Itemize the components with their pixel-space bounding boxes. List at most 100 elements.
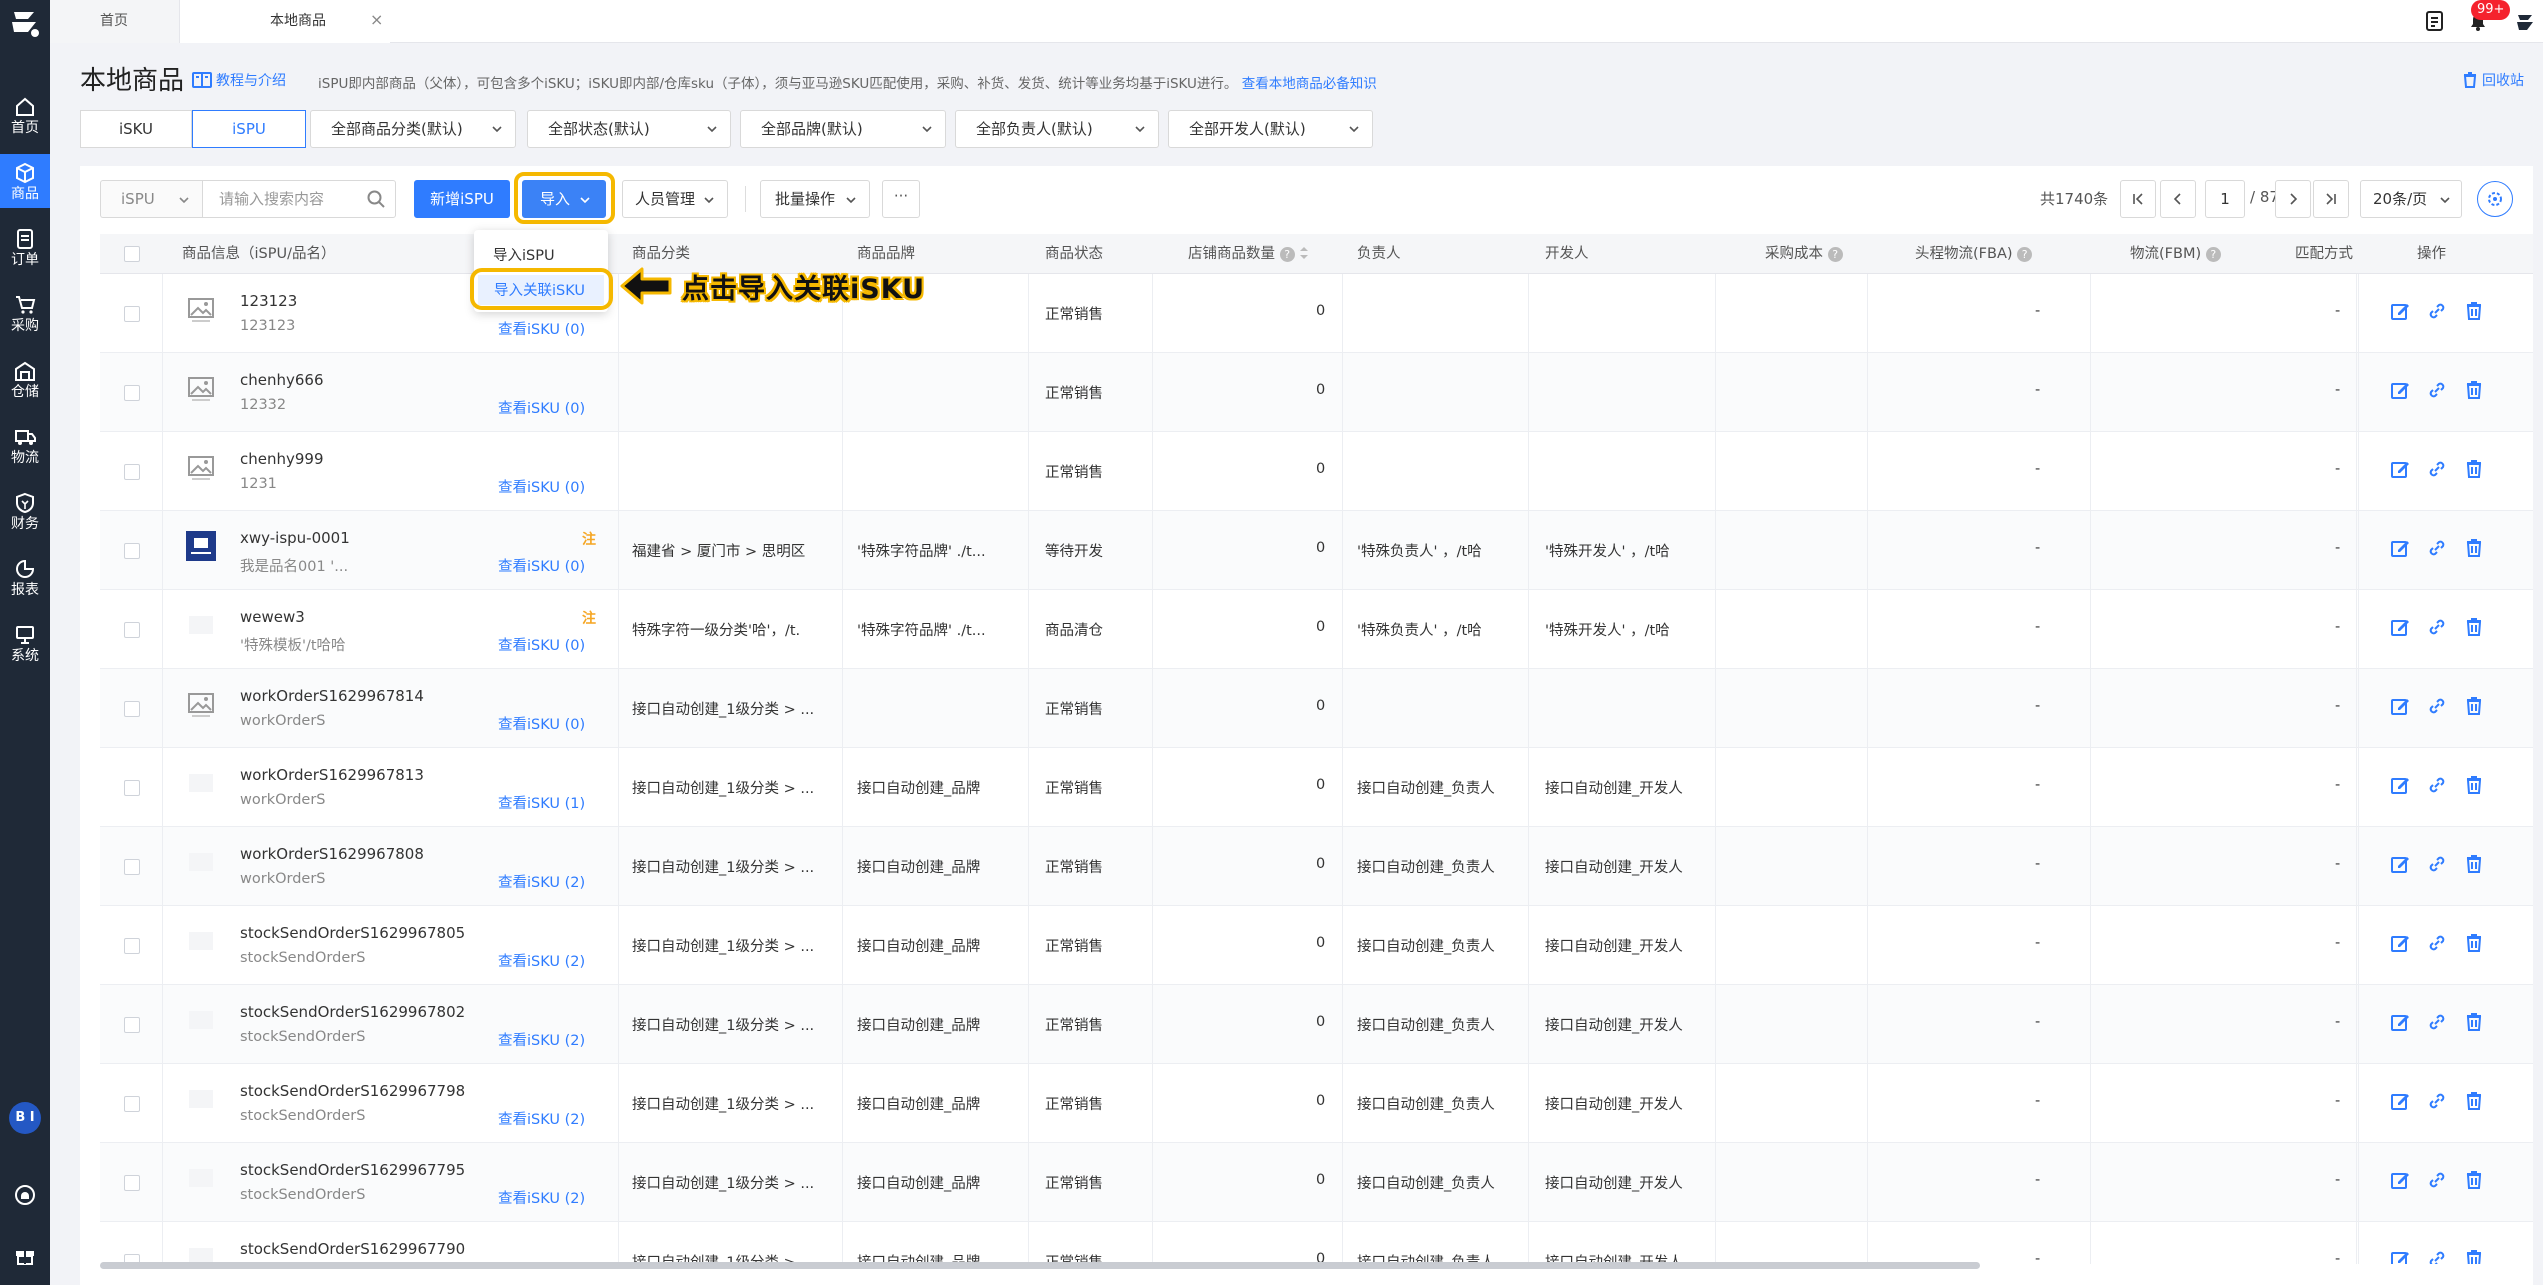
link-icon[interactable] — [2427, 1091, 2447, 1111]
edit-icon[interactable] — [2390, 775, 2410, 795]
filter-select-3[interactable]: 全部负责人(默认) — [955, 110, 1159, 148]
sort-icon[interactable] — [1299, 246, 1309, 260]
edit-icon[interactable] — [2390, 854, 2410, 874]
page-size-select[interactable]: 20条/页 — [2360, 180, 2462, 218]
link-icon[interactable] — [2427, 1249, 2447, 1264]
edit-icon[interactable] — [2390, 1170, 2410, 1190]
row-checkbox[interactable] — [124, 622, 140, 638]
help-icon[interactable]: ? — [2017, 246, 2033, 262]
product-name[interactable]: chenhy666 — [240, 371, 324, 389]
link-icon[interactable] — [2427, 301, 2447, 321]
product-name[interactable]: xwy-ispu-0001 — [240, 529, 350, 547]
row-checkbox[interactable] — [124, 780, 140, 796]
row-checkbox[interactable] — [124, 859, 140, 875]
edit-icon[interactable] — [2390, 933, 2410, 953]
bi-avatar[interactable]: B I — [9, 1102, 41, 1134]
staff-management-button[interactable]: 人员管理 — [622, 180, 728, 218]
delete-icon[interactable] — [2464, 380, 2484, 400]
delete-icon[interactable] — [2464, 1012, 2484, 1032]
table-row[interactable]: workOrderS1629967808 workOrderS 查看iSKU (2)… — [100, 827, 2533, 906]
table-row[interactable]: chenhy999 1231 查看iSKU (0) 正常销售 0 - - — [100, 432, 2533, 511]
table-row[interactable]: workOrderS1629967814 workOrderS 查看iSKU (0)… — [100, 669, 2533, 748]
link-icon[interactable] — [2427, 933, 2447, 953]
sidebar-item-5[interactable]: 物流 — [0, 418, 50, 472]
note-badge[interactable]: 注 — [582, 608, 596, 628]
sidebar-item-3[interactable]: 采购 — [0, 286, 50, 340]
help-icon[interactable]: ? — [1827, 246, 1843, 262]
view-isku-link[interactable]: 查看iSKU (0) — [498, 476, 585, 497]
table-row[interactable]: stockSendOrderS1629967798 stockSendOrderS… — [100, 1064, 2533, 1143]
more-button[interactable]: ··· — [882, 180, 920, 218]
recycle-bin-link[interactable]: 回收站 — [2462, 70, 2524, 90]
tab-ispu[interactable]: iSPU — [192, 110, 306, 148]
delete-icon[interactable] — [2464, 933, 2484, 953]
help-icon[interactable]: ? — [2205, 246, 2221, 262]
tab-local-products[interactable]: 本地商品 — [180, 0, 390, 43]
product-name[interactable]: stockSendOrderS1629967805 — [240, 924, 465, 942]
batch-operation-button[interactable]: 批量操作 — [760, 180, 870, 218]
edit-icon[interactable] — [2390, 538, 2410, 558]
tab-home[interactable]: 首页 — [50, 0, 180, 43]
link-icon[interactable] — [2427, 1012, 2447, 1032]
view-isku-link[interactable]: 查看iSKU (2) — [498, 1108, 585, 1129]
delete-icon[interactable] — [2464, 538, 2484, 558]
filter-select-0[interactable]: 全部商品分类(默认) — [310, 110, 516, 148]
link-icon[interactable] — [2427, 380, 2447, 400]
edit-icon[interactable] — [2390, 1012, 2410, 1032]
prev-page-button[interactable] — [2160, 180, 2196, 218]
row-checkbox[interactable] — [124, 938, 140, 954]
gift-icon[interactable] — [14, 1244, 36, 1266]
table-row[interactable]: stockSendOrderS1629967790 接口自动创建_1级分类 > .… — [100, 1222, 2533, 1264]
sidebar-item-6[interactable]: 财务 — [0, 484, 50, 538]
select-all-checkbox[interactable] — [124, 246, 140, 262]
page-number-input[interactable]: 1 — [2205, 180, 2245, 218]
edit-icon[interactable] — [2390, 617, 2410, 637]
row-checkbox[interactable] — [124, 701, 140, 717]
row-checkbox[interactable] — [124, 464, 140, 480]
last-page-button[interactable] — [2313, 180, 2349, 218]
edit-icon[interactable] — [2390, 301, 2410, 321]
sidebar-item-0[interactable]: 首页 — [0, 88, 50, 142]
search-icon[interactable] — [366, 189, 386, 209]
view-isku-link[interactable]: 查看iSKU (2) — [498, 871, 585, 892]
view-isku-link[interactable]: 查看iSKU (2) — [498, 1187, 585, 1208]
link-icon[interactable] — [2427, 459, 2447, 479]
product-name[interactable]: chenhy999 — [240, 450, 324, 468]
first-page-button[interactable] — [2120, 180, 2156, 218]
sidebar-item-4[interactable]: 仓储 — [0, 352, 50, 406]
product-name[interactable]: workOrderS1629967814 — [240, 687, 424, 705]
next-page-button[interactable] — [2275, 180, 2311, 218]
filter-select-2[interactable]: 全部品牌(默认) — [740, 110, 946, 148]
table-row[interactable]: xwy-ispu-0001 我是品名001 '... 查看iSKU (0) 注福建省 … — [100, 511, 2533, 590]
view-isku-link[interactable]: 查看iSKU (0) — [498, 555, 585, 576]
row-checkbox[interactable] — [124, 385, 140, 401]
view-isku-link[interactable]: 查看iSKU (0) — [498, 318, 585, 339]
tab-isku[interactable]: iSKU — [80, 110, 192, 148]
sidebar-item-7[interactable]: 报表 — [0, 550, 50, 604]
task-list-icon[interactable] — [2424, 10, 2446, 32]
sidebar-item-1[interactable]: 商品 — [0, 154, 50, 208]
edit-icon[interactable] — [2390, 459, 2410, 479]
table-row[interactable]: workOrderS1629967813 workOrderS 查看iSKU (1)… — [100, 748, 2533, 827]
note-badge[interactable]: 注 — [582, 529, 596, 549]
product-name[interactable]: workOrderS1629967808 — [240, 845, 424, 863]
menu-item-import-ispu[interactable]: 导入iSPU — [493, 244, 555, 265]
edit-icon[interactable] — [2390, 1249, 2410, 1264]
help-icon[interactable]: ? — [1279, 246, 1295, 262]
table-row[interactable]: wewew3 '特殊模板'/t哈哈 查看iSKU (0) 注特殊字符一级分类'哈'，/… — [100, 590, 2533, 669]
delete-icon[interactable] — [2464, 1249, 2484, 1264]
delete-icon[interactable] — [2464, 775, 2484, 795]
edit-icon[interactable] — [2390, 1091, 2410, 1111]
view-isku-link[interactable]: 查看iSKU (0) — [498, 634, 585, 655]
close-tab-icon[interactable]: × — [370, 12, 386, 28]
delete-icon[interactable] — [2464, 459, 2484, 479]
filter-select-4[interactable]: 全部开发人(默认) — [1168, 110, 1373, 148]
product-name[interactable]: workOrderS1629967813 — [240, 766, 424, 784]
view-isku-link[interactable]: 查看iSKU (0) — [498, 397, 585, 418]
product-name[interactable]: stockSendOrderS1629967802 — [240, 1003, 465, 1021]
link-icon[interactable] — [2427, 775, 2447, 795]
product-name[interactable]: wewew3 — [240, 608, 305, 626]
link-icon[interactable] — [2427, 538, 2447, 558]
view-isku-link[interactable]: 查看iSKU (2) — [498, 950, 585, 971]
help-icon[interactable] — [14, 1184, 36, 1206]
